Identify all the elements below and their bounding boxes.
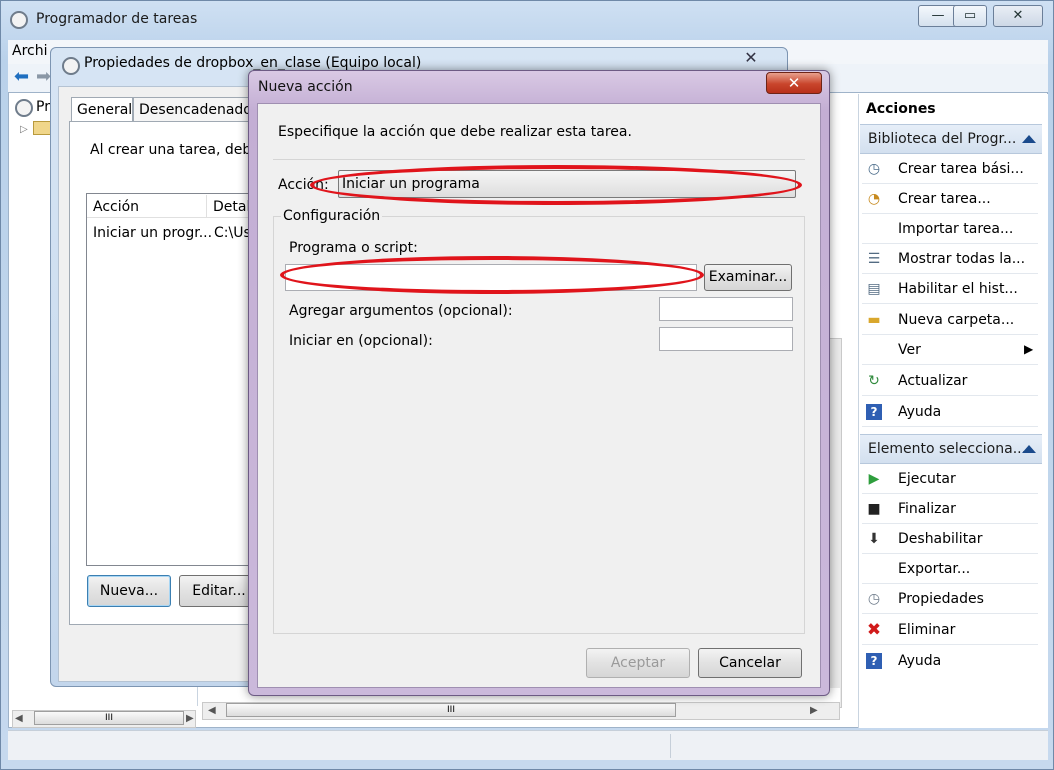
action-new-folder[interactable]: Nueva carpeta...	[898, 312, 1014, 328]
actions-group-library-label: Biblioteca del Progr...	[868, 131, 1017, 147]
close-button[interactable]: ✕	[993, 5, 1043, 27]
action-create-task[interactable]: Crear tarea...	[898, 191, 991, 207]
center-scroll-thumb[interactable]: III	[226, 703, 676, 717]
action-delete[interactable]: Eliminar	[898, 622, 955, 638]
maximize-button[interactable]: ▭	[953, 5, 987, 27]
tree-clock-icon	[15, 99, 33, 117]
actions-list	[86, 193, 266, 566]
collapse-up-icon[interactable]	[1022, 445, 1036, 453]
annotation-ellipse-program	[280, 256, 704, 294]
column-header-detail[interactable]: Detal	[213, 199, 250, 215]
tab-general[interactable]: General	[71, 97, 133, 122]
column-header-action[interactable]: Acción	[93, 199, 139, 215]
action-import-task[interactable]: Importar tarea...	[898, 221, 1013, 237]
main-window-title: Programador de tareas	[36, 11, 198, 27]
action-item[interactable]	[862, 646, 1038, 676]
tree-expand-icon[interactable]: ▷	[20, 124, 28, 135]
tab-triggers[interactable]: Desencadenado	[133, 97, 253, 122]
action-item[interactable]	[862, 335, 1038, 365]
status-bar	[8, 730, 1048, 760]
action-help-selected[interactable]: Ayuda	[898, 653, 941, 669]
table-row-action[interactable]: Iniciar un progr...	[93, 225, 212, 241]
action-enable-history[interactable]: Habilitar el hist...	[898, 281, 1018, 297]
refresh-icon: ↻	[868, 373, 880, 389]
properties-intro-text: Al crear una tarea, debe	[90, 142, 260, 158]
center-scroll-right-icon[interactable]: ▶	[810, 705, 818, 716]
action-view[interactable]: Ver	[898, 342, 921, 358]
edit-action-button[interactable]: Editar...	[179, 575, 259, 607]
stop-icon: ■	[867, 501, 881, 517]
dialog-title: Nueva acción	[258, 79, 353, 95]
cancel-button[interactable]: Cancelar	[698, 648, 802, 678]
disable-icon: ⬇	[868, 531, 880, 547]
new-action-button[interactable]: Nueva...	[87, 575, 171, 607]
annotation-ellipse-action	[310, 165, 802, 205]
collapse-up-icon[interactable]	[1022, 135, 1036, 143]
action-end[interactable]: Finalizar	[898, 501, 956, 517]
action-create-basic-task[interactable]: Crear tarea bási...	[898, 161, 1024, 177]
action-disable[interactable]: Deshabilitar	[898, 531, 983, 547]
scroll-right-arrow-icon[interactable]: ▶	[186, 713, 194, 724]
action-properties[interactable]: Propiedades	[898, 591, 984, 607]
list-icon: ☰	[867, 251, 881, 267]
program-label: Programa o script:	[289, 240, 418, 256]
configuration-legend: Configuración	[281, 208, 383, 224]
ok-button[interactable]: Aceptar	[586, 648, 690, 678]
dialog-close-button[interactable]: ✕	[766, 72, 822, 94]
action-run[interactable]: Ejecutar	[898, 471, 956, 487]
action-show-all[interactable]: Mostrar todas la...	[898, 251, 1025, 267]
arguments-input[interactable]	[659, 297, 793, 321]
action-refresh[interactable]: Actualizar	[898, 373, 967, 389]
action-item[interactable]	[862, 397, 1038, 427]
folder-icon	[33, 121, 51, 135]
dialog-separator	[273, 159, 805, 160]
table-row-detail[interactable]: C:\Us	[214, 225, 251, 241]
start-in-label: Iniciar en (opcional):	[289, 333, 433, 349]
run-icon: ▶	[868, 471, 880, 487]
task-icon: ◔	[867, 191, 881, 207]
scheduler-clock-icon	[10, 11, 28, 29]
folder-icon: ▬	[867, 312, 881, 328]
actions-group-selected-label: Elemento selecciona...	[868, 441, 1027, 457]
arguments-label: Agregar argumentos (opcional):	[289, 303, 513, 319]
basic-task-icon: ◷	[867, 161, 881, 177]
start-in-input[interactable]	[659, 327, 793, 351]
help-icon: ?	[866, 404, 882, 420]
tree-item-root[interactable]: Pr	[36, 99, 50, 115]
delete-icon: ✖	[866, 620, 882, 640]
properties-clock-icon	[62, 57, 80, 75]
browse-button[interactable]: Examinar...	[704, 264, 792, 291]
help-icon: ?	[866, 653, 882, 669]
submenu-arrow-icon: ▶	[1024, 342, 1034, 356]
history-icon: ▤	[867, 281, 881, 297]
scroll-left-arrow-icon[interactable]: ◀	[15, 713, 23, 724]
dialog-instruction: Especifique la acción que debe realizar …	[278, 124, 632, 140]
properties-icon: ◷	[867, 591, 881, 607]
properties-close-button[interactable]: ✕	[733, 49, 769, 69]
menu-file[interactable]: Archi	[12, 43, 48, 59]
back-arrow-icon[interactable]: ⬅	[14, 67, 29, 87]
column-divider[interactable]	[206, 195, 207, 217]
properties-window-title: Propiedades de dropbox_en_clase (Equipo …	[84, 55, 422, 71]
forward-arrow-icon[interactable]: ➡	[36, 67, 51, 87]
minimize-button[interactable]: —	[918, 5, 958, 27]
action-help[interactable]: Ayuda	[898, 404, 941, 420]
center-scroll-left-icon[interactable]: ◀	[208, 705, 216, 716]
scroll-thumb[interactable]: III	[34, 711, 184, 725]
actions-panel-title: Acciones	[866, 101, 936, 117]
status-segment	[670, 734, 850, 758]
action-export[interactable]: Exportar...	[898, 561, 970, 577]
